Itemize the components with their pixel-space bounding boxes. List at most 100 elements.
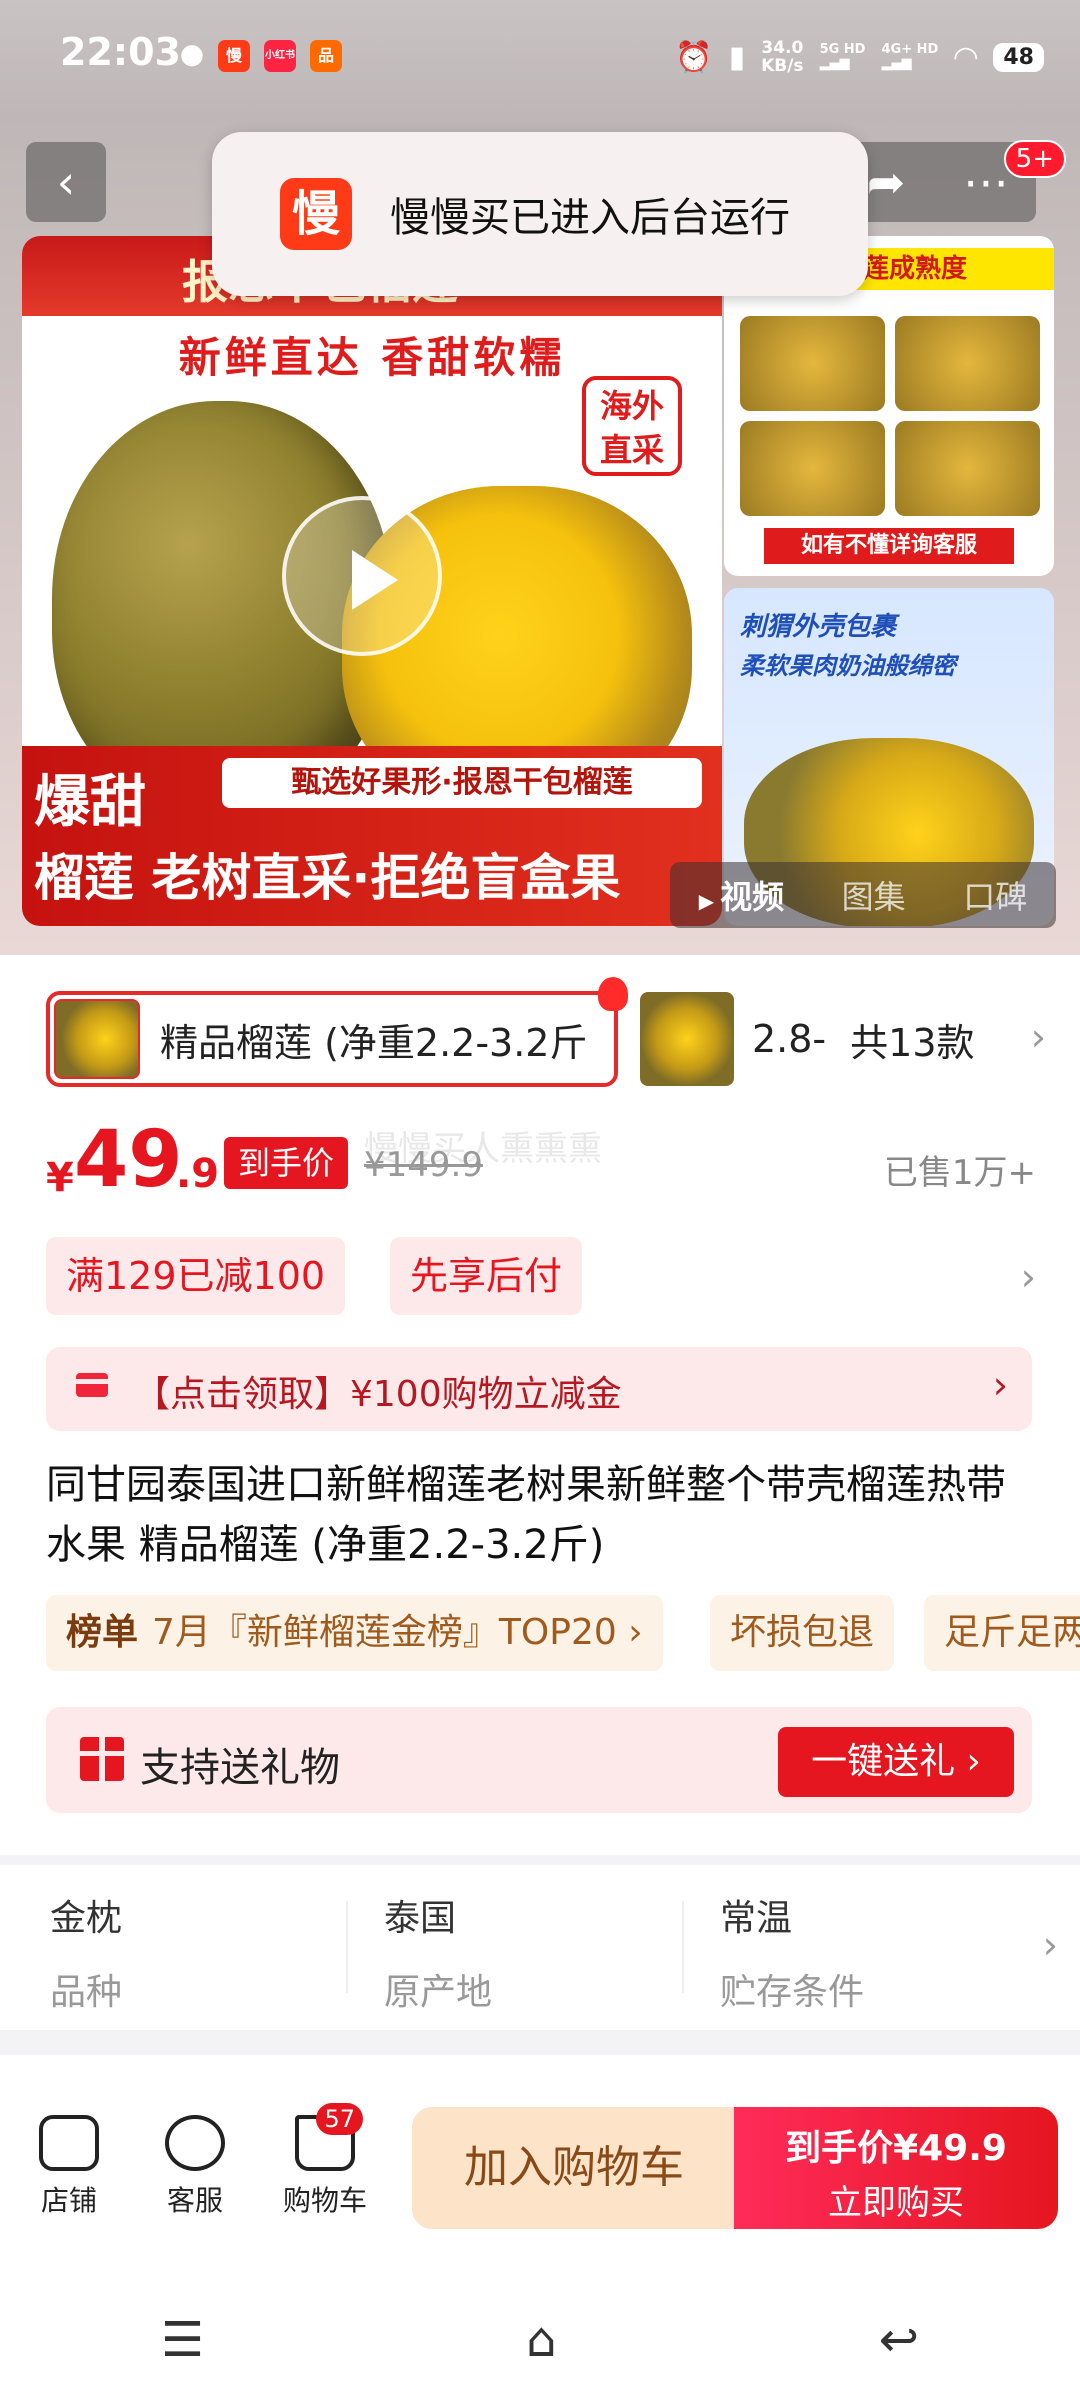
status-time: 22:03 — [60, 30, 181, 74]
poster-strip: 甄选好果形·报恩干包榴莲 — [222, 758, 702, 808]
battery-indicator: 48 — [993, 42, 1044, 72]
buy-label: 立即购买 — [828, 2183, 964, 2223]
sold-count: 已售1万+ — [883, 1153, 1036, 1193]
service-label: 客服 — [166, 2184, 223, 2217]
chevron-right-icon[interactable]: › — [993, 1363, 1008, 1407]
home-icon[interactable]: ⌂ — [526, 2312, 556, 2368]
back-button[interactable]: ‹ — [26, 142, 106, 222]
signal-4g-label: 4G+ HD — [881, 42, 939, 57]
buy-price: 到手价¥49.9 — [785, 2128, 1007, 2169]
promo-pay-later[interactable]: 先享后付 — [390, 1237, 583, 1315]
attributes-panel[interactable]: 金枕 品种 泰国 原产地 常温 贮存条件 › — [0, 1865, 1080, 2030]
attr-key: 品种 — [50, 1972, 123, 2013]
attr-value: 金枕 — [50, 1898, 123, 1939]
coupon-text: 【点击领取】¥100购物立减金 — [134, 1374, 622, 1415]
sku-count[interactable]: 共13款 — [850, 1011, 975, 1067]
sku-option-selected[interactable]: 精品榴莲 (净重2.2-3.2斤 — [46, 977, 628, 1087]
ranking-label: 榜单 — [66, 1612, 139, 1653]
ranking-tag[interactable]: 榜单 7月『新鲜榴莲金榜』TOP20 › — [46, 1595, 663, 1671]
cart-icon: 57 — [295, 2103, 363, 2171]
promo-discount[interactable]: 满129已减100 — [46, 1237, 346, 1315]
sku-selector[interactable]: 精品榴莲 (净重2.2-3.2斤 2.8- 共13款 › — [46, 977, 1046, 1089]
poster-baotian: 爆甜 — [34, 770, 146, 835]
tab-gallery[interactable]: 图集 — [842, 872, 906, 918]
divider — [346, 1901, 348, 1993]
net-speed-unit: KB/s — [761, 56, 804, 76]
attr-value: 泰国 — [384, 1898, 457, 1939]
back-icon[interactable]: ↩ — [879, 2312, 919, 2368]
vibrate-icon: ▮ — [728, 39, 746, 75]
play-video-button[interactable] — [282, 496, 442, 656]
final-price-tag: 到手价 — [224, 1137, 349, 1189]
background-toast: 慢 慢慢买已进入后台运行 — [212, 132, 868, 296]
shop-label: 店铺 — [40, 2184, 97, 2217]
tab-reviews[interactable]: 口碑 — [963, 872, 1027, 918]
promotions-row[interactable]: 满129已减100 先享后付 › — [46, 1237, 1036, 1315]
product-info: 精品榴莲 (净重2.2-3.2斤 2.8- 共13款 › ¥ 49 .9 到手价… — [0, 955, 1080, 1855]
attr-storage: 常温 贮存条件 — [720, 1889, 1020, 2015]
cart-label: 购物车 — [282, 2184, 367, 2217]
media-tabs: 视频 图集 口碑 — [670, 862, 1056, 928]
original-price: ¥149.9 — [364, 1145, 483, 1185]
attr-key: 原产地 — [384, 1972, 493, 2013]
signal-5g-label: 5G HD — [819, 42, 866, 57]
tags-row: 榜单 7月『新鲜榴莲金榜』TOP20 › 坏损包退 足斤足两 — [46, 1595, 1080, 1671]
sku-thumbnail-alt[interactable] — [640, 992, 734, 1086]
price-decimal: .9 — [176, 1151, 220, 1197]
cart-button[interactable]: 57 购物车 — [278, 2103, 372, 2219]
attr-key: 贮存条件 — [720, 1972, 865, 2013]
cart-badge: 57 — [316, 2103, 363, 2135]
price-row: ¥ 49 .9 到手价 慢慢买人熏熏熏 ¥149.9 已售1万+ — [46, 1115, 1036, 1205]
service-button[interactable]: 客服 — [160, 2115, 230, 2219]
tab-video[interactable]: 视频 — [699, 872, 784, 918]
signal-5g: 5G HD ▂▄▆ — [820, 43, 866, 71]
ripeness-footer: 如有不懂详询客服 — [764, 528, 1014, 564]
gift-icon — [80, 1737, 124, 1781]
product-page: 报恩干包榴莲 新鲜直达 香甜软糯 海外直采 甄选好果形·报恩干包榴莲 爆甜 榴莲… — [0, 0, 1080, 2400]
buy-now-button[interactable]: 到手价¥49.9 立即购买 — [734, 2107, 1058, 2229]
gift-banner: 支持送礼物 一键送礼 › — [46, 1707, 1032, 1813]
notification-badge: 5+ — [1003, 140, 1066, 178]
price-integer: 49 — [74, 1115, 183, 1205]
tag-full-weight[interactable]: 足斤足两 — [924, 1595, 1080, 1671]
ripeness-image — [895, 316, 1040, 411]
service-icon — [165, 2115, 225, 2171]
chevron-right-icon[interactable]: › — [1043, 1923, 1058, 1967]
net-speed-value: 34.0 — [761, 38, 804, 58]
net-speed: 34.0 KB/s — [761, 39, 803, 75]
menu-icon[interactable]: ☰ — [161, 2312, 204, 2368]
shop-icon — [39, 2115, 99, 2171]
add-to-cart-button[interactable]: 加入购物车 — [412, 2107, 736, 2229]
attr-variety: 金枕 品种 — [50, 1889, 350, 2015]
app-icon: 品 — [310, 40, 342, 72]
product-title: 同甘园泰国进口新鲜榴莲老树果新鲜整个带壳榴莲热带水果 精品榴莲 (净重2.2-3… — [46, 1462, 1006, 1568]
ripeness-image — [740, 316, 885, 411]
ripeness-grid — [740, 316, 1040, 516]
ripeness-image — [895, 421, 1040, 516]
ranking-text: 7月『新鲜榴莲金榜』TOP20 › — [152, 1612, 643, 1653]
sku-name: 精品榴莲 (净重2.2-3.2斤 — [160, 1020, 588, 1065]
tag-damage-refund[interactable]: 坏损包退 — [710, 1595, 895, 1671]
chevron-right-icon[interactable]: › — [1021, 1255, 1036, 1299]
texture-title: 刺猬外壳包裹 — [740, 612, 897, 642]
status-right: ⏰ ▮ 34.0 KB/s 5G HD ▂▄▆ 4G+ HD ▂▄▆ ◠ 48 — [675, 32, 1044, 82]
attr-value: 常温 — [720, 1898, 793, 1939]
hot-icon — [598, 977, 628, 1011]
shop-button[interactable]: 店铺 — [34, 2115, 104, 2219]
ripeness-image — [740, 421, 885, 516]
card-icon — [76, 1373, 108, 1397]
signal-4g: 4G+ HD ▂▄▆ — [881, 43, 938, 71]
sku-alt-name[interactable]: 2.8- — [752, 1017, 826, 1061]
wechat-icon: ● — [179, 37, 205, 70]
coupon-banner[interactable]: 【点击领取】¥100购物立减金 › — [46, 1347, 1032, 1431]
price-symbol: ¥ — [46, 1155, 74, 1201]
texture-subtitle: 柔软果肉奶油般绵密 — [740, 652, 956, 680]
manman-app-icon: 慢 — [280, 178, 352, 250]
signal-bars-icon: ▂▄▆ — [819, 56, 850, 71]
alarm-icon: ⏰ — [675, 39, 713, 75]
chevron-right-icon[interactable]: › — [1031, 1015, 1046, 1059]
send-gift-button[interactable]: 一键送礼 › — [778, 1727, 1014, 1797]
poster-bottom-text: 榴莲 老树直采·拒绝盲盒果 — [34, 849, 621, 907]
toast-message: 慢慢买已进入后台运行 — [390, 195, 790, 241]
chevron-left-icon: ‹ — [56, 155, 76, 209]
